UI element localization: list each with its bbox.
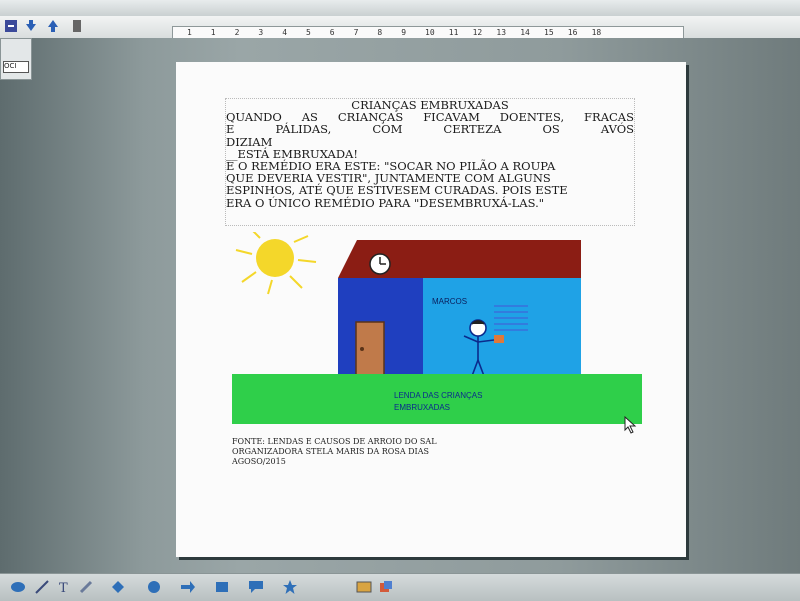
ruler-tick-label: 5 <box>306 28 311 37</box>
text-line: DIZIAM <box>226 134 273 149</box>
ellipse-tool-icon[interactable] <box>10 579 26 595</box>
text-line: ERA O ÚNICO REMÉDIO PARA "DESEMBRUXÁ-LAS… <box>226 195 545 210</box>
ground-label-line1: LENDA DAS CRIANÇAS <box>394 391 482 400</box>
ruler-tick-label: 14 <box>520 28 530 37</box>
clock-icon <box>369 253 391 275</box>
house-wall-right <box>423 278 581 378</box>
pencil-tool-icon[interactable] <box>78 579 94 595</box>
arrow-shape-icon[interactable] <box>180 579 196 595</box>
ruler-indent-marker[interactable] <box>629 25 635 39</box>
source-citation: FONTE: LENDAS E CAUSOS DE ARROIO DO SAL … <box>232 437 472 467</box>
ruler-tick-label: 1 <box>187 28 192 37</box>
source-line: FONTE: LENDAS E CAUSOS DE ARROIO DO SAL <box>232 437 437 446</box>
side-panel-label: OCI <box>3 61 29 73</box>
diamond-shape-icon[interactable] <box>110 579 126 595</box>
line-tool-icon[interactable] <box>34 579 50 595</box>
ruler-tick-label: 18 <box>591 28 602 37</box>
text-line: ESPINHOS, ATÉ QUE ESTIVESEM CURADAS. POI… <box>226 183 568 198</box>
image-insert-icon[interactable] <box>356 579 372 595</box>
text-line: E PÁLIDAS, COM CERTEZA OS AVÓS <box>226 122 634 137</box>
ruler-tick-label: 15 <box>544 28 554 37</box>
sun-icon <box>235 232 317 295</box>
ruler-tick-label: 10 <box>425 28 435 37</box>
extrusion-icon[interactable] <box>378 579 394 595</box>
drawing-toolbar: T <box>0 573 800 601</box>
ruler-indent-marker[interactable] <box>221 25 227 39</box>
mouse-cursor-icon <box>624 416 637 434</box>
ruler-tick-label: 1 <box>210 28 216 37</box>
arrow-up-icon[interactable] <box>46 19 60 33</box>
ruler-tick-label: 7 <box>353 28 359 37</box>
smiley-shape-icon[interactable] <box>146 579 162 595</box>
callout-shape-icon[interactable] <box>248 579 264 595</box>
document-icon[interactable] <box>70 19 84 33</box>
minimize-icon[interactable] <box>4 19 18 33</box>
ruler-tick-label: 6 <box>329 28 335 37</box>
ruler-tick-label: 16 <box>567 28 578 37</box>
text-tool-icon[interactable]: T <box>56 579 72 595</box>
source-line: AGOSO/2015 <box>232 457 286 466</box>
source-line: ORGANIZADORA STELA MARIS DA ROSA DIAS <box>232 447 429 456</box>
figure-object <box>494 335 504 343</box>
ruler-tick-label: 3 <box>258 28 264 37</box>
ruler-tick-label: 11 <box>448 28 459 37</box>
flowchart-shape-icon[interactable] <box>214 579 230 595</box>
ruler-tick-label: 9 <box>401 28 407 37</box>
ruler-tick-label: 2 <box>234 28 240 37</box>
ground-label-line2: EMBRUXADAS <box>394 403 450 412</box>
ruler-tick-label: 4 <box>282 28 288 37</box>
ruler-tick-label: 13 <box>496 28 507 37</box>
star-shape-icon[interactable] <box>282 579 298 595</box>
ruler-tick-label: 8 <box>377 28 383 37</box>
ruler-tick-label: 12 <box>472 28 483 37</box>
arrow-down-icon[interactable] <box>24 19 38 33</box>
title-bar <box>0 0 800 16</box>
document-page[interactable]: CRIANÇAS EMBRUXADAS QUANDO AS CRIANÇAS F… <box>176 62 686 557</box>
side-panel[interactable]: OCI <box>0 38 32 80</box>
drawing-name-label: MARCOS <box>432 297 467 306</box>
door <box>355 321 385 379</box>
text-frame[interactable]: CRIANÇAS EMBRUXADAS QUANDO AS CRIANÇAS F… <box>225 98 635 226</box>
svg-text:T: T <box>59 581 68 595</box>
house-drawing[interactable]: MARCOS LENDA DAS CRIANÇAS EMBRUXADAS <box>232 232 644 432</box>
